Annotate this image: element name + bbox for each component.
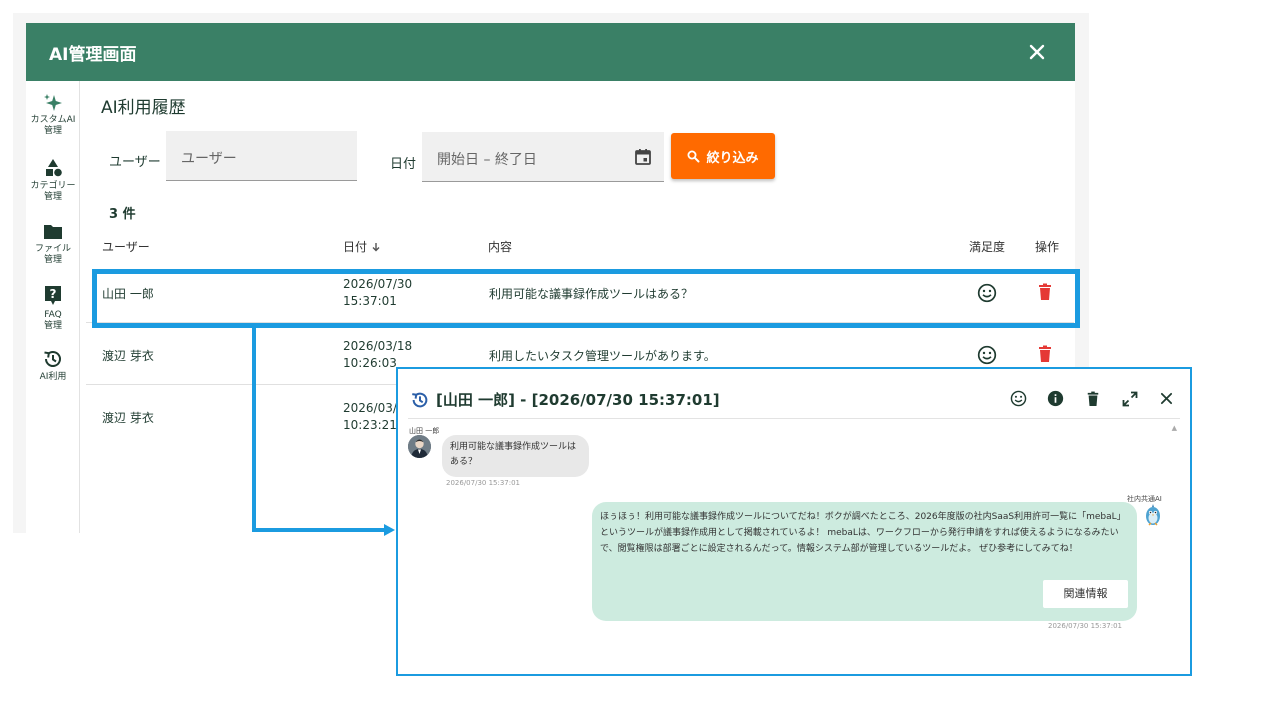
- nav-label: ファイル 管理: [34, 244, 71, 265]
- ai-message-text: ほぅほぅ！利用可能な議事録作成ツールについてだね！ボクが調べたところ、2026年…: [600, 512, 1126, 554]
- column-header-content[interactable]: 内容: [488, 238, 512, 255]
- detail-divider: [408, 418, 1180, 419]
- row-date-day: 2026/07/30: [343, 277, 413, 291]
- expand-button[interactable]: [1118, 387, 1141, 410]
- close-icon: [1029, 44, 1045, 60]
- user-filter-placeholder: ユーザー: [181, 151, 237, 167]
- result-count: 3 件: [109, 207, 136, 222]
- row-date-day: 2026/03/18: [343, 339, 413, 353]
- column-header-date-label: 日付: [343, 240, 368, 254]
- title-bar: AI管理画面: [26, 23, 1075, 81]
- nav-item-files[interactable]: ファイル 管理: [26, 222, 80, 266]
- delete-icon[interactable]: [1037, 283, 1053, 301]
- ai-mascot-icon: [1146, 504, 1160, 526]
- sort-down-icon: [372, 243, 380, 252]
- expand-icon: [1122, 391, 1137, 406]
- row-content: 利用可能な議事録作成ツールはある？: [489, 287, 694, 301]
- close-button[interactable]: [1021, 36, 1053, 68]
- satisfied-face-icon[interactable]: [977, 283, 997, 303]
- row-date-day: 2026/03/: [343, 401, 397, 415]
- connector-line: [252, 528, 386, 532]
- connector-arrow: [384, 524, 395, 536]
- row-content: 利用したいタスク管理ツールがあります。: [489, 349, 716, 363]
- date-range-placeholder: 開始日 – 終了日: [437, 152, 537, 168]
- window-title: AI管理画面: [49, 45, 137, 65]
- column-header-satisfaction: 満足度: [969, 240, 1006, 254]
- ai-message-timestamp: 2026/07/30 15:37:01: [1048, 622, 1123, 630]
- ai-message-bubble: ほぅほぅ！利用可能な議事録作成ツールについてだね！ボクが調べたところ、2026年…: [592, 502, 1137, 621]
- person-avatar-icon: [408, 435, 431, 458]
- nav-item-ai-usage[interactable]: AI利用: [26, 348, 80, 383]
- column-header-actions: 操作: [1035, 240, 1060, 254]
- date-filter-label: 日付: [390, 157, 417, 172]
- row-date: 2026/07/30 15:37:01: [343, 276, 412, 310]
- connector-line: [252, 328, 256, 532]
- faq-icon: ?: [45, 286, 61, 305]
- satisfied-face-icon[interactable]: [977, 345, 997, 365]
- info-icon: [1047, 390, 1064, 407]
- detail-header: [山田 一郎] - [2026/07/30 15:37:01]: [410, 389, 720, 410]
- column-header-date[interactable]: 日付: [343, 238, 381, 255]
- satisfaction-button[interactable]: [1007, 387, 1030, 410]
- conversation-detail-panel: [山田 一郎] - [2026/07/30 15:37:01] ▲ 山田 一郎 …: [396, 367, 1192, 676]
- nav-item-faq[interactable]: ? FAQ 管理: [26, 284, 80, 332]
- delete-button[interactable]: [1081, 387, 1104, 410]
- folder-icon: [44, 225, 62, 239]
- scroll-up-icon[interactable]: ▲: [1172, 424, 1177, 432]
- row-date: 2026/03/ 10:23:21: [343, 400, 397, 434]
- user-sender-name: 山田 一郎: [409, 427, 440, 435]
- shapes-icon: [46, 159, 62, 177]
- nav-item-category[interactable]: カテゴリー 管理: [26, 157, 80, 203]
- history-icon: [412, 392, 428, 407]
- row-date-time: 10:23:21: [343, 418, 397, 432]
- column-header-user[interactable]: ユーザー: [102, 238, 150, 255]
- row-user: 渡辺 芽衣: [102, 349, 154, 363]
- nav-item-custom-ai[interactable]: カスタムAI 管理: [26, 93, 80, 137]
- search-icon: [687, 150, 700, 162]
- side-navigation: カスタムAI 管理 カテゴリー 管理 ファイル 管理 ? FAQ 管理 AI利用: [26, 81, 80, 533]
- satisfied-face-icon: [1010, 390, 1027, 407]
- filter-button[interactable]: 絞り込み: [671, 133, 775, 179]
- page-title: AI利用履歴: [101, 98, 186, 118]
- user-message-bubble: 利用可能な議事録作成ツールはある？: [442, 435, 589, 477]
- close-icon: [1160, 392, 1173, 405]
- detail-title: [山田 一郎] - [2026/07/30 15:37:01]: [436, 391, 720, 409]
- user-avatar: [408, 435, 431, 458]
- nav-label: AI利用: [39, 372, 67, 382]
- user-filter-input[interactable]: ユーザー: [166, 131, 357, 181]
- user-message-timestamp: 2026/07/30 15:37:01: [446, 479, 521, 487]
- date-range-input[interactable]: 開始日 – 終了日: [422, 132, 664, 182]
- table-row[interactable]: 山田 一郎 2026/07/30 15:37:01 利用可能な議事録作成ツールは…: [86, 261, 1074, 323]
- nav-label: カスタムAI 管理: [30, 115, 76, 136]
- delete-icon[interactable]: [1037, 345, 1053, 363]
- calendar-icon[interactable]: [634, 148, 652, 166]
- nav-label: カテゴリー 管理: [30, 181, 76, 202]
- row-user: 渡辺 芽衣: [102, 411, 154, 425]
- row-user: 山田 一郎: [102, 287, 154, 301]
- row-date-time: 15:37:01: [343, 294, 397, 308]
- sparkle-icon: [44, 94, 62, 111]
- close-detail-button[interactable]: [1155, 387, 1178, 410]
- delete-icon: [1087, 391, 1098, 406]
- history-icon: [44, 351, 61, 367]
- filter-button-label: 絞り込み: [706, 150, 759, 166]
- detail-toolbar: [1007, 387, 1178, 410]
- info-button[interactable]: [1044, 387, 1067, 410]
- user-filter-label: ユーザー: [109, 155, 161, 170]
- related-info-button[interactable]: 関連情報: [1043, 580, 1128, 608]
- nav-label: FAQ 管理: [43, 310, 62, 331]
- svg-text:?: ?: [50, 287, 57, 301]
